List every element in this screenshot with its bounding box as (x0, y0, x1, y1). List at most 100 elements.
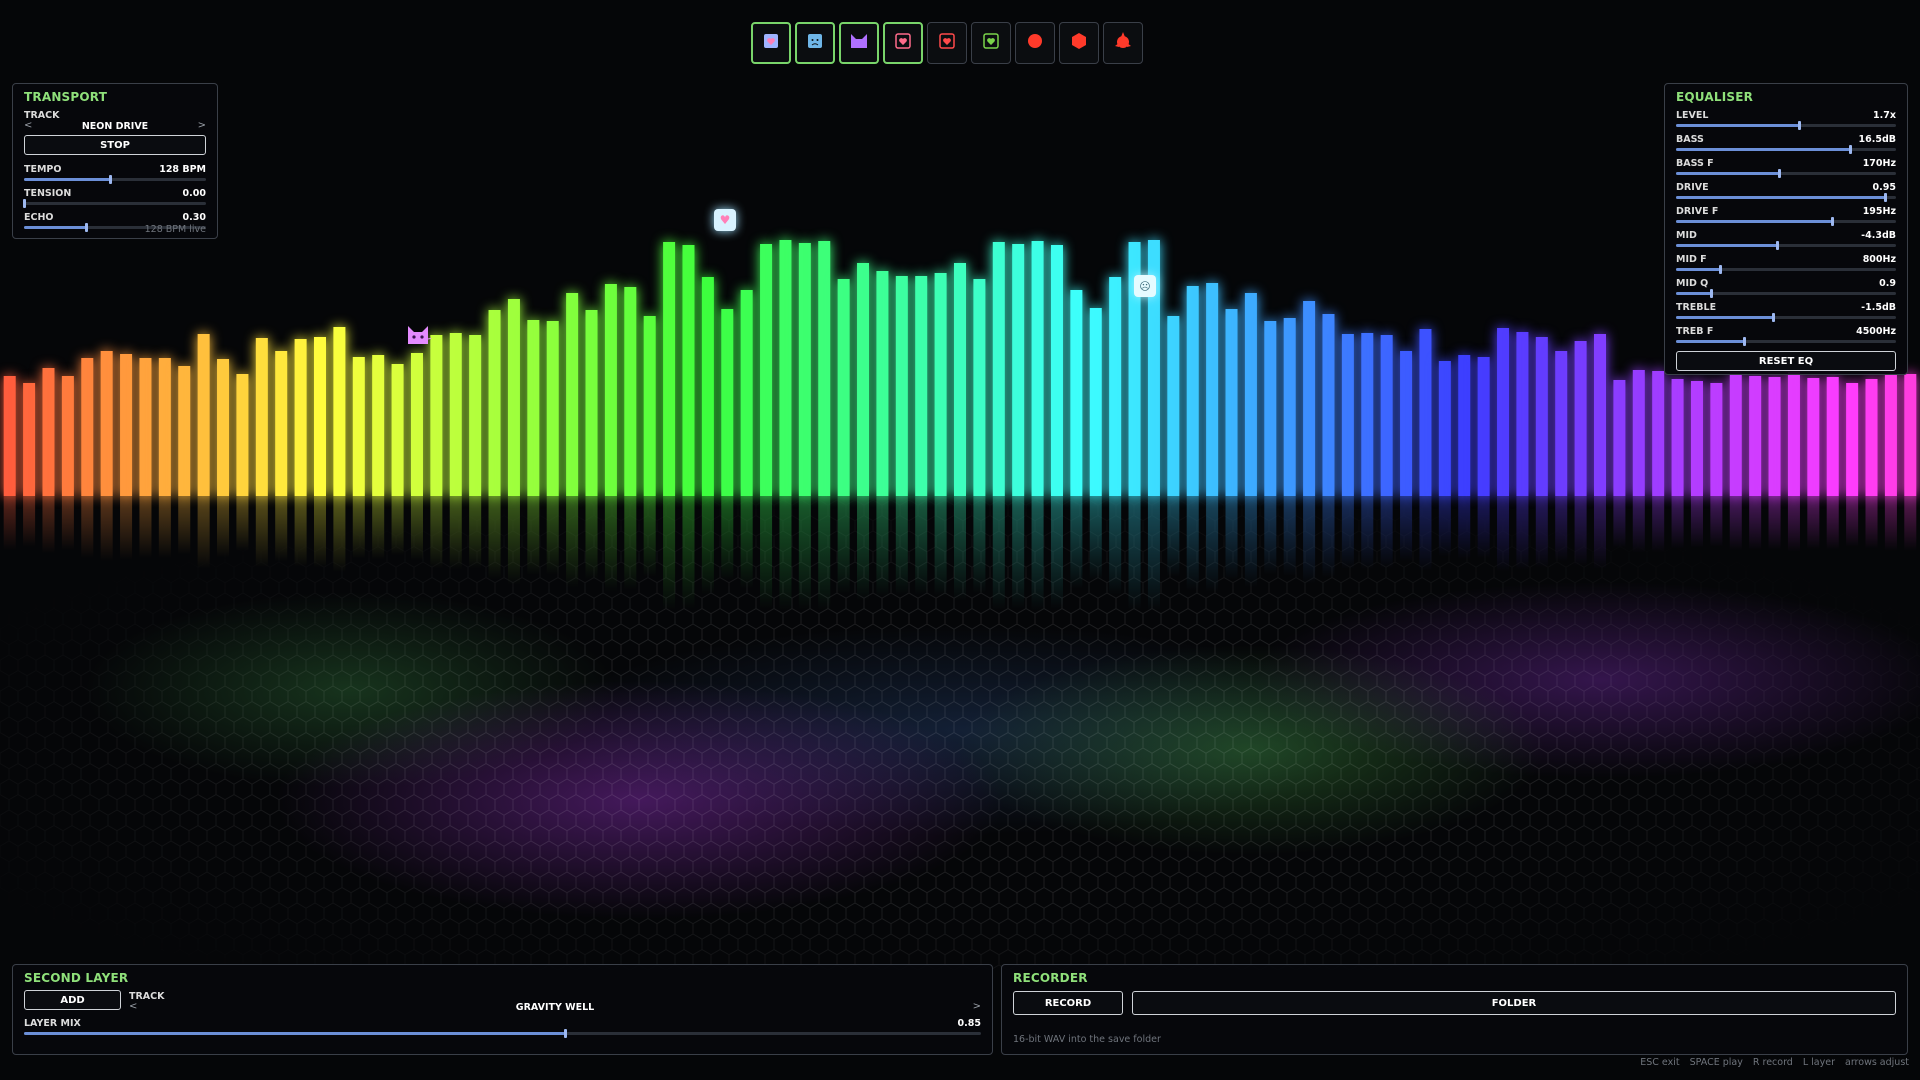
spectrum-bar (3, 376, 16, 496)
tool-button-9[interactable] (1103, 22, 1143, 64)
spectrum-bar-reflection (333, 496, 346, 573)
spectrum-bar (973, 279, 986, 496)
spectrum-bar-reflection (469, 496, 482, 569)
spectrum-bar (333, 327, 346, 496)
eq-drive-value: 0.95 (1872, 182, 1896, 193)
spectrum-bar (1710, 383, 1723, 496)
record-button[interactable]: RECORD (1013, 991, 1123, 1015)
spectrum-bar (352, 357, 365, 496)
spectrum-bar (1613, 380, 1626, 496)
tool-button-7[interactable] (1015, 22, 1055, 64)
spectrum-bar (1438, 361, 1451, 496)
tool-button-8[interactable] (1059, 22, 1099, 64)
spectrum-bar (1225, 309, 1238, 496)
tool-button-3[interactable] (839, 22, 879, 64)
spectrum-bar (1535, 337, 1548, 496)
spectrum-bar-reflection (934, 496, 947, 597)
eq-treble-slider[interactable]: TREBLE -1.5dB (1676, 302, 1896, 326)
folder-button[interactable]: FOLDER (1132, 991, 1896, 1015)
spectrum-bar (682, 245, 695, 496)
spectrum-bar (1419, 329, 1432, 496)
spectrum-bar-reflection (197, 496, 210, 569)
eq-treb-f-slider[interactable]: TREB F 4500Hz (1676, 326, 1896, 350)
layer-mix-slider[interactable]: LAYER MIX 0.85 (24, 1018, 981, 1042)
heart-box-icon (893, 31, 913, 55)
spectrum-bar (1652, 371, 1665, 496)
spectrum-bar (1729, 375, 1742, 496)
tool-button-2[interactable] (795, 22, 835, 64)
keyboard-hints: ESC exit SPACE play R record L layer arrows … (1640, 1057, 1909, 1068)
eq-drive-slider[interactable]: DRIVE 0.95 (1676, 182, 1896, 206)
spectrum-bar-reflection (895, 496, 908, 595)
eq-bass-slider[interactable]: BASS 16.5dB (1676, 134, 1896, 158)
spectrum-bar-reflection (973, 496, 986, 594)
spectrum-bar (469, 335, 482, 496)
spectrum-bar-reflection (236, 496, 249, 551)
spectrum-bar (1264, 321, 1277, 496)
eq-mid-f-slider[interactable]: MID F 800Hz (1676, 254, 1896, 278)
eq-level-slider[interactable]: LEVEL 1.7x (1676, 110, 1896, 134)
spectrum-bar-reflection (410, 496, 423, 561)
spectrum-bar (449, 333, 462, 496)
spectrum-bar-reflection (701, 496, 714, 595)
spectrum-bar-reflection (1768, 496, 1781, 550)
eq-bass-f-label: BASS F (1676, 158, 1714, 169)
spectrum-bar-reflection (430, 496, 443, 569)
spectrum-bar (992, 242, 1005, 496)
eq-mid-slider[interactable]: MID -4.3dB (1676, 230, 1896, 254)
eq-mid-q-slider[interactable]: MID Q 0.9 (1676, 278, 1896, 302)
add-layer-button[interactable]: ADD (24, 990, 121, 1010)
spectrum-bar-reflection (100, 496, 113, 562)
spectrum-bar-reflection (1729, 496, 1742, 551)
tension-slider[interactable]: TENSION 0.00 (23, 188, 206, 212)
spectrum-bar (217, 359, 230, 496)
spectrum-bar (178, 366, 191, 496)
spectrum-bar-reflection (1671, 496, 1684, 549)
spectrum-bar-reflection (488, 496, 501, 580)
eq-level-value: 1.7x (1873, 110, 1896, 121)
hint-0: ESC exit (1640, 1057, 1680, 1068)
spectrum-bar (721, 309, 734, 496)
spectrum-bar-reflection (391, 496, 404, 556)
layer-next-track-button[interactable]: > (973, 1001, 981, 1012)
spectrum-bar (1458, 355, 1471, 496)
eq-drive-f-slider[interactable]: DRIVE F 195Hz (1676, 206, 1896, 230)
spectrum-bar (837, 279, 850, 496)
next-track-button[interactable]: > (198, 120, 206, 131)
spectrum-bar (197, 334, 210, 496)
spectrum-bar (1787, 372, 1800, 496)
heart-cube-sprite: ♥ (714, 209, 736, 231)
spectrum-bar (895, 276, 908, 496)
tool-button-1[interactable] (751, 22, 791, 64)
reset-eq-button[interactable]: RESET EQ (1676, 351, 1896, 371)
spectrum-bar (1749, 376, 1762, 496)
spectrum-bar (1167, 316, 1180, 496)
hint-1: SPACE play (1689, 1057, 1743, 1068)
tool-button-4[interactable] (883, 22, 923, 64)
eq-level-label: LEVEL (1676, 110, 1709, 121)
spectrum-bar-reflection (1400, 496, 1413, 562)
cat-sprite (405, 322, 434, 348)
eq-bass-f-slider[interactable]: BASS F 170Hz (1676, 158, 1896, 182)
tempo-slider[interactable]: TEMPO 128 BPM (24, 164, 206, 188)
spectrum-bar (585, 310, 598, 496)
spectrum-bar-reflection (837, 496, 850, 594)
stop-button[interactable]: STOP (24, 135, 206, 155)
tool-button-5[interactable] (927, 22, 967, 64)
spectrum-bar (1050, 245, 1063, 496)
spectrum-bar (1322, 314, 1335, 496)
spectrum-bar-reflection (1846, 496, 1859, 547)
spectrum-bar (507, 299, 520, 496)
spectrum-bar-reflection (372, 496, 385, 560)
spectrum-bar-reflection (1865, 496, 1878, 549)
tool-button-6[interactable] (971, 22, 1011, 64)
spectrum-bar (546, 321, 559, 496)
hint-3: L layer (1802, 1057, 1835, 1068)
eq-treb-f-value: 4500Hz (1856, 326, 1896, 337)
spectrum-bar-reflection (740, 496, 753, 589)
spectrum-bar-reflection (1012, 496, 1025, 610)
spectrum-bar (275, 351, 288, 496)
spectrum-bar-reflection (1710, 496, 1723, 547)
tension-value: 0.00 (182, 188, 206, 199)
visualizer-scene: ♥ ☹ (0, 0, 1920, 1080)
